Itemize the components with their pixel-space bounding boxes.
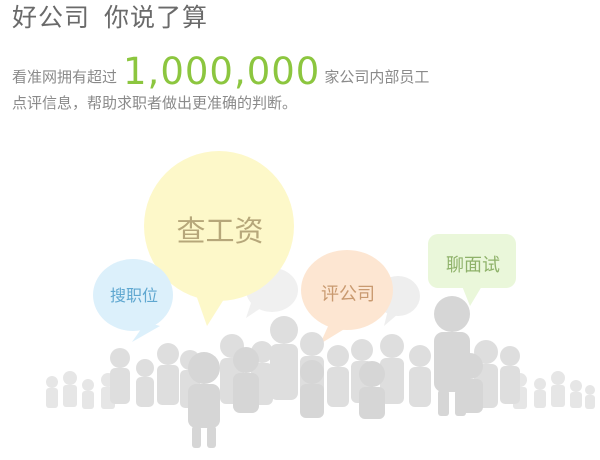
headline-part1: 好公司 [12,3,91,32]
salary-bubble-link[interactable]: 查工资 [150,208,290,250]
headline-part2: 你说了算 [104,3,209,32]
jobs-bubble-link[interactable]: 搜职位 [96,282,172,306]
review-bubble-link[interactable]: 评公司 [300,280,396,306]
promo-panel: 查工资 搜职位 评公司 聊面试 好公司 你说了算 看准网拥有超过 1,000,00… [0,0,600,460]
interview-bubble-link[interactable]: 聊面试 [430,251,516,277]
intro-suffix: 家公司内部员工 [324,68,430,86]
intro-line2: 点评信息，帮助求职者做出更准确的判断。 [12,94,298,112]
intro-line1: 看准网拥有超过 1,000,000 家公司内部员工 [12,50,452,93]
intro-prefix: 看准网拥有超过 [12,68,118,86]
page-headline: 好公司 你说了算 [12,2,208,34]
company-count: 1,000,000 [123,50,321,93]
intro-text: 看准网拥有超过 1,000,000 家公司内部员工 点评信息，帮助求职者做出更准… [12,50,452,116]
